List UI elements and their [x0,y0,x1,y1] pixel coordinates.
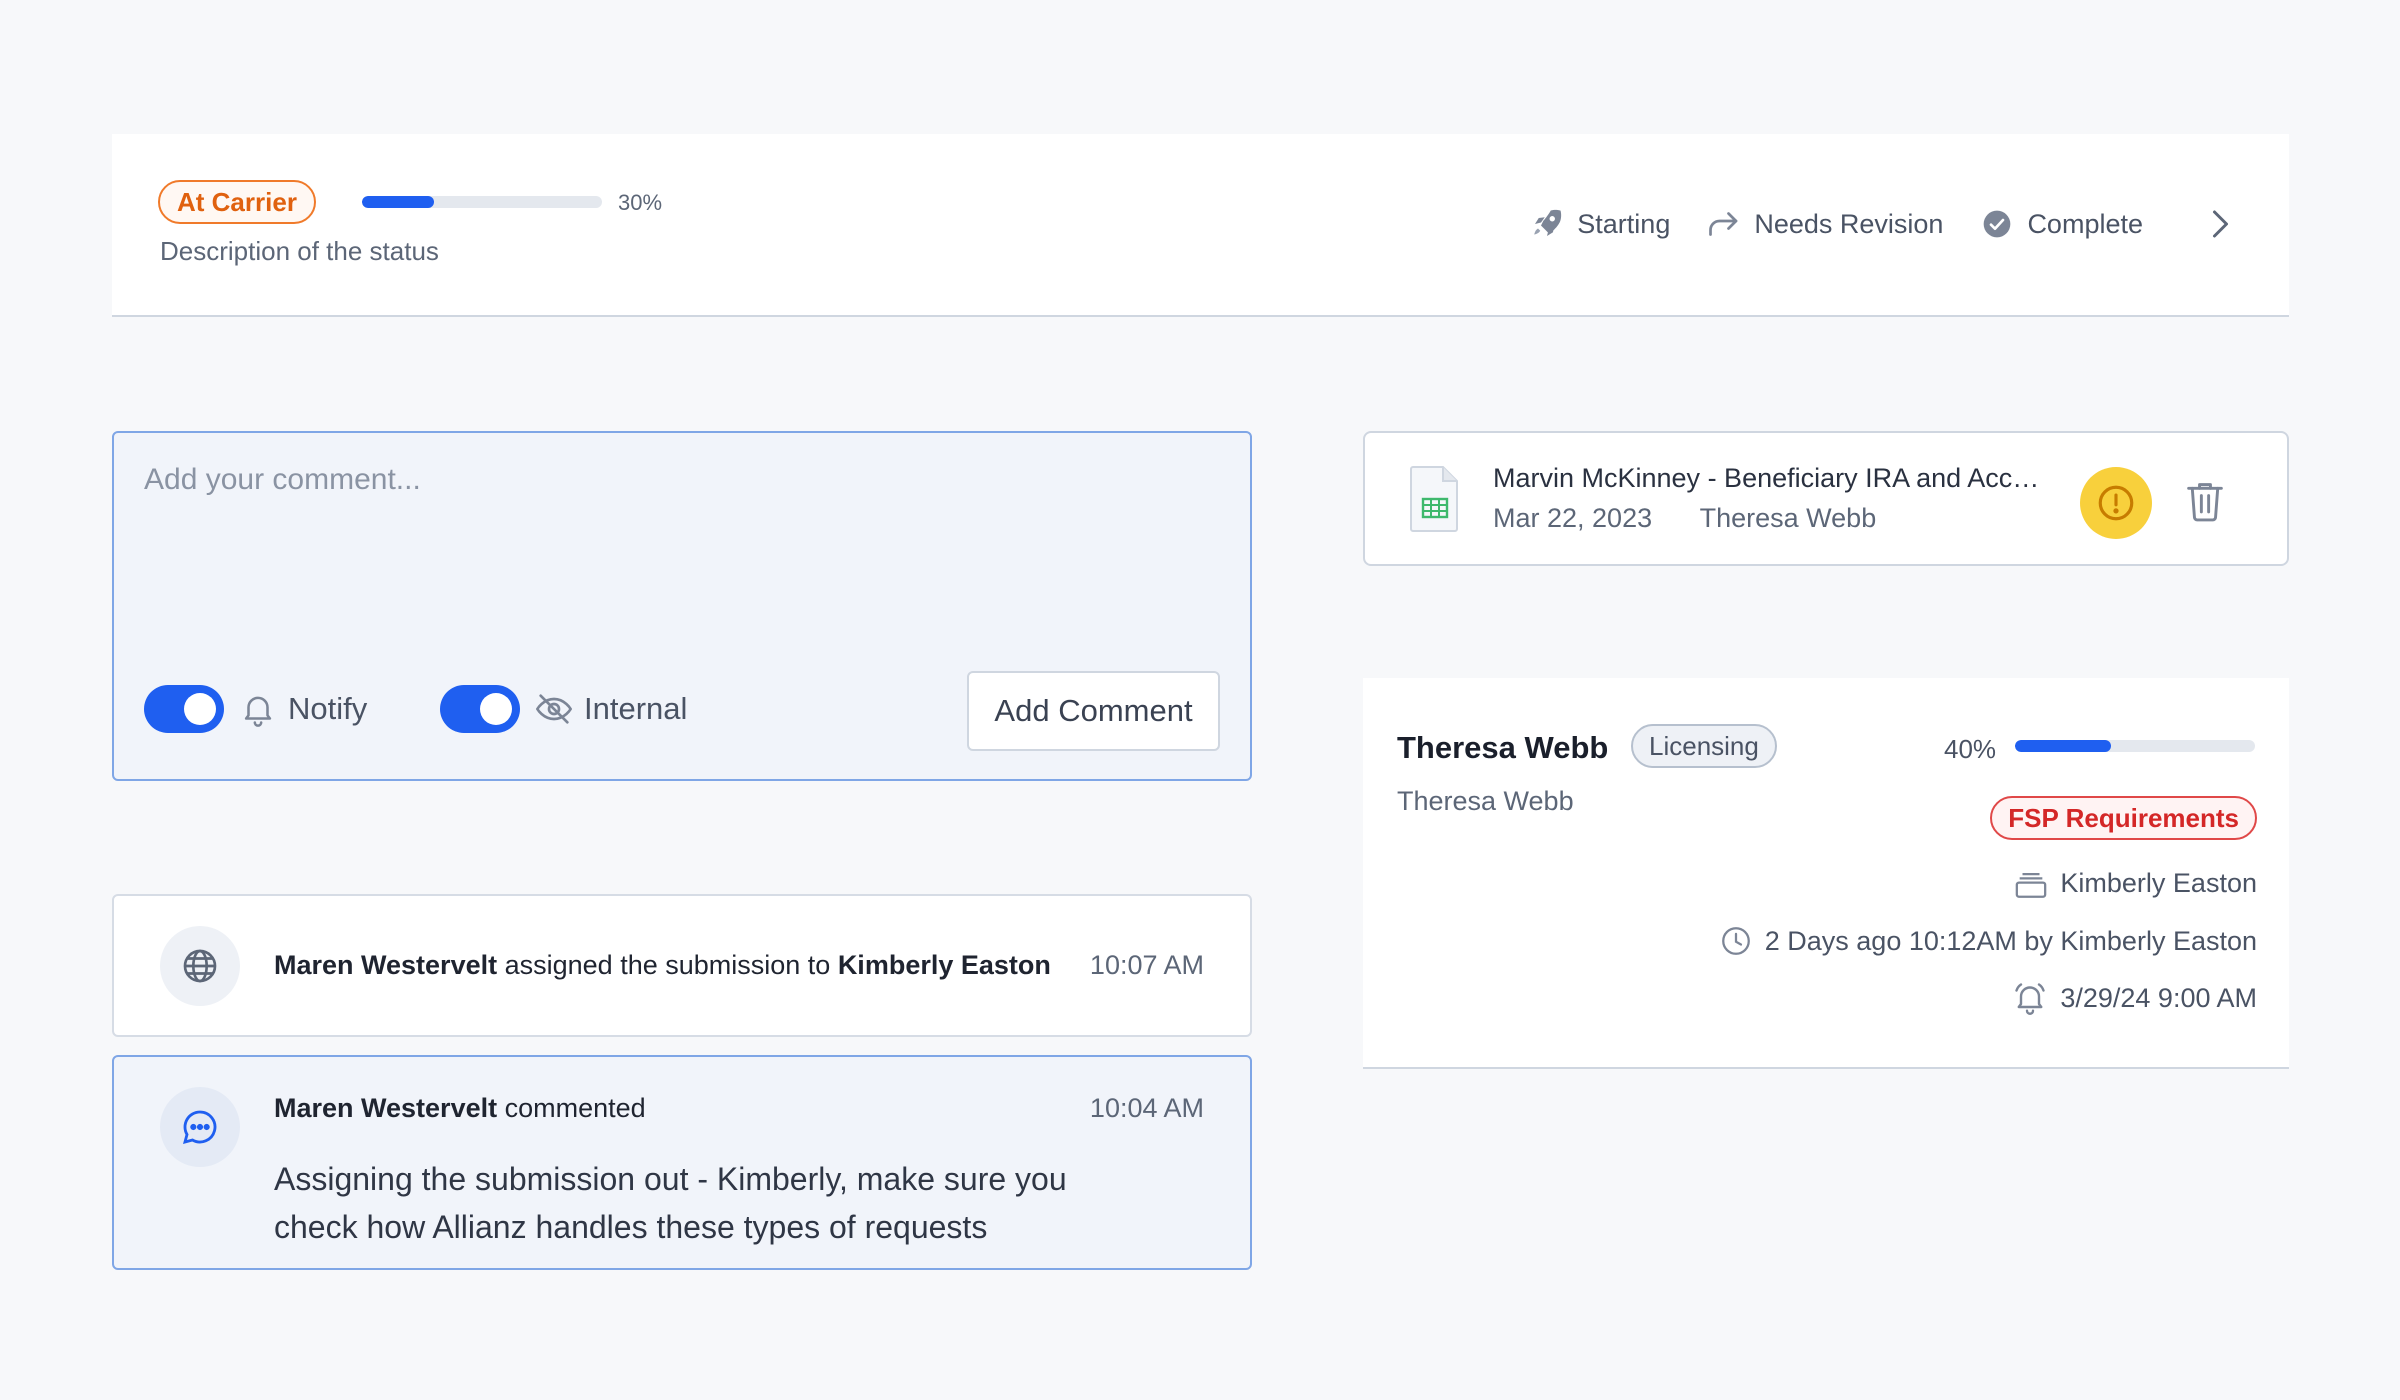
status-progress-fill [362,196,434,208]
status-progress-percent: 30% [618,190,663,215]
toggle-knob [480,693,512,725]
comment-body: Assigning the submission out - Kimberly,… [274,1161,1067,1245]
comment-composer: Notify Internal Add Comment [112,431,1252,781]
assignment-subtitle: Theresa Webb [1397,786,1574,816]
activity-text: Maren Westervelt assigned the submission… [274,950,1051,981]
activity-item-comment: Maren Westervelt commented 10:04 AM Assi… [112,1055,1252,1270]
assignment-card: Theresa Webb Licensing 40% Theresa Webb … [1363,678,2289,1069]
chat-bubble-icon [160,1087,240,1167]
document-date: Mar 22, 2023 [1493,503,1653,533]
document-owner: Theresa Webb [1699,503,1877,533]
trash-icon[interactable] [2185,479,2225,523]
reminder-label: 3/29/24 9:00 AM [2060,982,2257,1013]
reminder-row: 3/29/24 9:00 AM [2012,980,2257,1016]
status-badge: At Carrier [158,180,316,224]
updated-label: 2 Days ago 10:12AM by Kimberly Easton [1764,925,2257,956]
status-steps: Starting Needs Revision Complete [1529,204,2239,244]
spreadsheet-file-icon [1409,465,1461,533]
document-meta: Mar 22, 2023 Theresa Webb [1493,503,1876,534]
assignee-row: Kimberly Easton [2014,868,2257,899]
activity-actor: Maren Westervelt [274,1093,498,1123]
warning-button[interactable] [2080,467,2152,539]
document-title[interactable]: Marvin McKinney - Beneficiary IRA and Ac… [1493,463,2053,494]
department-tag: Licensing [1631,724,1777,768]
internal-label: Internal [584,691,688,726]
inbox-icon [2014,869,2048,899]
activity-time: 10:07 AM [1089,950,1204,980]
warning-icon [2098,485,2134,521]
step-complete[interactable]: Complete [1979,206,2143,242]
status-description: Description of the status [160,236,439,266]
step-label: Complete [2027,208,2143,239]
clock-icon [1719,924,1753,958]
chevron-right-icon[interactable] [2199,204,2239,244]
assignment-progress-bar [2015,740,2255,752]
assignee-label: Kimberly Easton [2060,868,2257,898]
check-circle-icon [1979,206,2015,242]
rocket-icon [1529,206,1565,242]
assignment-progress-fill [2015,740,2111,752]
assignee-name: Theresa Webb [1397,730,1609,765]
step-label: Starting [1577,208,1671,239]
step-needs-revision[interactable]: Needs Revision [1706,206,1943,242]
activity-action: assigned the submission to [504,950,831,980]
comment-input[interactable] [144,463,1224,663]
requirement-badge: FSP Requirements [1990,796,2257,840]
bell-icon [238,689,278,729]
internal-toggle[interactable] [440,685,520,733]
status-progress-bar [362,196,602,208]
add-comment-button[interactable]: Add Comment [967,671,1220,751]
activity-item-assigned: Maren Westervelt assigned the submission… [112,894,1252,1037]
status-bar: At Carrier 30% Description of the status… [112,134,2289,317]
assignment-progress-percent: 40% [1944,734,1997,764]
toggle-knob [184,693,216,725]
redo-arrow-icon [1706,206,1742,242]
eye-off-icon [534,689,574,729]
step-starting[interactable]: Starting [1529,206,1670,242]
alarm-bell-icon [2012,980,2048,1016]
notify-label: Notify [288,691,368,726]
step-label: Needs Revision [1754,208,1944,239]
activity-time: 10:04 AM [1089,1093,1204,1123]
activity-action: commented [504,1093,646,1123]
activity-actor: Maren Westervelt [274,950,498,980]
updated-row: 2 Days ago 10:12AM by Kimberly Easton [1719,924,2257,958]
notify-toggle-group: Notify [144,685,367,733]
internal-toggle-group: Internal [440,685,687,733]
globe-icon [160,926,240,1006]
activity-text: Maren Westervelt commented [274,1093,646,1124]
notify-toggle[interactable] [144,685,224,733]
activity-target: Kimberly Easton [837,950,1051,980]
document-card[interactable]: Marvin McKinney - Beneficiary IRA and Ac… [1363,431,2289,566]
